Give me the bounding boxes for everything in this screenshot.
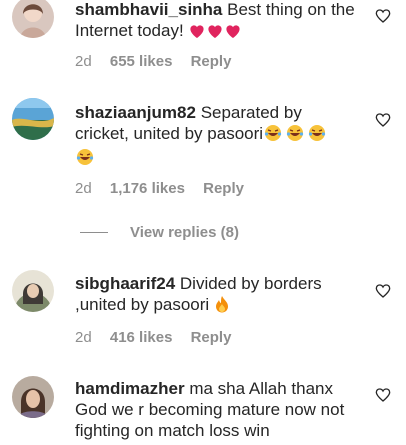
reply-button[interactable]: Reply <box>191 329 232 346</box>
reply-button[interactable]: Reply <box>191 53 232 70</box>
comment-text: sibghaarif24 Divided by borders ,united … <box>75 273 360 318</box>
view-replies-label[interactable]: View replies (8) <box>130 224 239 241</box>
comment-text: hamdimazher ma sha Allah thanx God we r … <box>75 378 360 441</box>
comment-username[interactable]: hamdimazher <box>75 379 185 398</box>
view-replies-button[interactable]: View replies (8) <box>80 224 239 242</box>
avatar[interactable] <box>12 376 54 418</box>
comment-username[interactable]: shambhavii_sinha <box>75 0 222 19</box>
comment-time: 2d <box>75 53 92 70</box>
avatar[interactable] <box>12 0 54 38</box>
heart-outline-icon[interactable] <box>375 8 391 24</box>
laughing-emoji-icon <box>264 124 326 147</box>
heart-outline-icon[interactable] <box>375 387 391 403</box>
heart-outline-icon[interactable] <box>375 283 391 299</box>
comment-text: shambhavii_sinha Best thing on the Inter… <box>75 0 360 44</box>
comment-time: 2d <box>75 180 92 197</box>
comment-likes[interactable]: 1,176 likes <box>110 180 185 197</box>
comment-likes[interactable]: 655 likes <box>110 53 173 70</box>
avatar[interactable] <box>12 98 54 140</box>
fire-emoji-icon <box>215 295 229 318</box>
comment-likes[interactable]: 416 likes <box>110 329 173 346</box>
divider-dash <box>80 231 108 233</box>
comment-meta: 2d 1,176 likes Reply <box>75 180 258 198</box>
comment-text: shaziaanjum82 Separated by cricket, unit… <box>75 102 360 171</box>
laughing-emojis <box>264 125 326 141</box>
reply-button[interactable]: Reply <box>203 180 244 197</box>
heart-outline-icon[interactable] <box>375 112 391 128</box>
comment-username[interactable]: sibghaarif24 <box>75 274 175 293</box>
comment-username[interactable]: shaziaanjum82 <box>75 103 196 122</box>
avatar[interactable] <box>12 270 54 312</box>
comment-time: 2d <box>75 329 92 346</box>
heart-emojis <box>190 25 241 38</box>
comment-meta: 2d 416 likes Reply <box>75 329 245 347</box>
heart-emoji-icon <box>189 23 243 44</box>
comment-meta: 2d 655 likes Reply <box>75 53 245 71</box>
laughing-emoji-icon <box>76 148 94 171</box>
